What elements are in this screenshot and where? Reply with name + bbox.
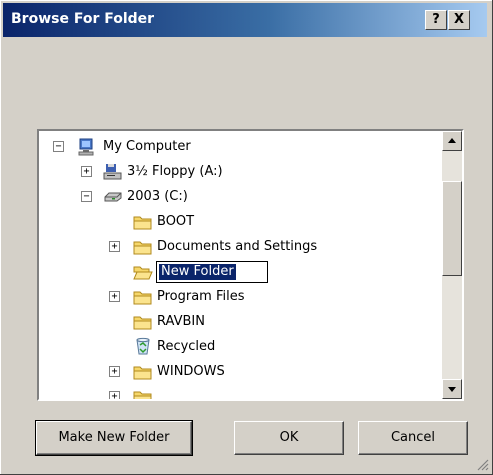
tree-item-drive-c[interactable]: − 2003 (C:) [39,185,419,209]
title-bar[interactable]: Browse For Folder ? X [3,3,487,37]
ok-label: OK [279,430,299,445]
hard-drive-icon [104,192,122,202]
scroll-thumb[interactable] [442,181,462,276]
folder-icon [133,291,152,305]
folder-tree[interactable]: − My Computer + 3½ Floppy (A:) − 2003 (C… [37,129,464,401]
tree-item-ravbin[interactable]: RAVBIN [39,310,419,334]
tree-item-partial[interactable]: + [39,385,419,399]
tree-item-boot[interactable]: BOOT [39,210,419,234]
scroll-down-button[interactable] [442,379,462,399]
tree-item-label: My Computer [103,139,191,154]
tree-item-label: 3½ Floppy (A:) [127,164,223,179]
collapse-icon[interactable]: − [53,141,64,152]
tree-item-program-files[interactable]: + Program Files [39,285,419,309]
ok-button[interactable]: OK [234,421,344,455]
folder-open-icon [133,266,153,280]
folder-icon [133,216,152,230]
folder-icon [133,241,152,255]
tree-item-documents-and-settings[interactable]: + Documents and Settings [39,235,419,259]
cancel-button[interactable]: Cancel [358,421,468,455]
tree-item-label: Program Files [157,289,245,304]
close-button[interactable]: X [448,10,470,30]
folder-tree-viewport: − My Computer + 3½ Floppy (A:) − 2003 (C… [39,131,442,399]
folder-icon [133,316,152,330]
tree-item-label: Documents and Settings [157,239,318,254]
vertical-scrollbar[interactable] [442,131,462,399]
resize-grip-icon[interactable] [475,457,489,471]
arrow-up-icon [448,138,456,143]
collapse-icon[interactable]: − [81,191,92,202]
tree-item-label: 2003 (C:) [127,189,188,204]
tree-item-floppy[interactable]: + 3½ Floppy (A:) [39,160,419,184]
tree-item-label: BOOT [157,214,195,229]
browse-for-folder-dialog: Browse For Folder ? X − My Computer + 3½… [0,0,493,475]
tree-item-label: RAVBIN [157,314,205,329]
cancel-label: Cancel [390,430,436,445]
tree-item-recycled[interactable]: Recycled [39,335,419,359]
tree-item-label: WINDOWS [157,364,225,379]
floppy-drive-icon [103,164,122,180]
rename-input-selected-text: New Folder [159,264,236,280]
scroll-up-button[interactable] [442,131,462,151]
rename-input[interactable]: New Folder [156,261,268,283]
folder-icon [133,391,152,399]
expand-icon[interactable]: + [109,366,120,377]
recycle-bin-icon [136,337,150,355]
expand-icon[interactable]: + [109,391,120,399]
help-button[interactable]: ? [425,10,447,30]
make-new-folder-label: Make New Folder [58,430,170,445]
window-title: Browse For Folder [11,11,155,27]
folder-icon [133,366,152,380]
tree-item-label: Recycled [157,339,216,354]
tree-item-new-folder[interactable]: New Folder [39,260,419,284]
expand-icon[interactable]: + [81,166,92,177]
tree-item-windows[interactable]: + WINDOWS [39,360,419,384]
tree-item-my-computer[interactable]: − My Computer [39,135,419,159]
expand-icon[interactable]: + [109,291,120,302]
arrow-down-icon [448,387,456,392]
computer-icon [78,138,94,156]
expand-icon[interactable]: + [109,241,120,252]
make-new-folder-button[interactable]: Make New Folder [35,420,193,456]
